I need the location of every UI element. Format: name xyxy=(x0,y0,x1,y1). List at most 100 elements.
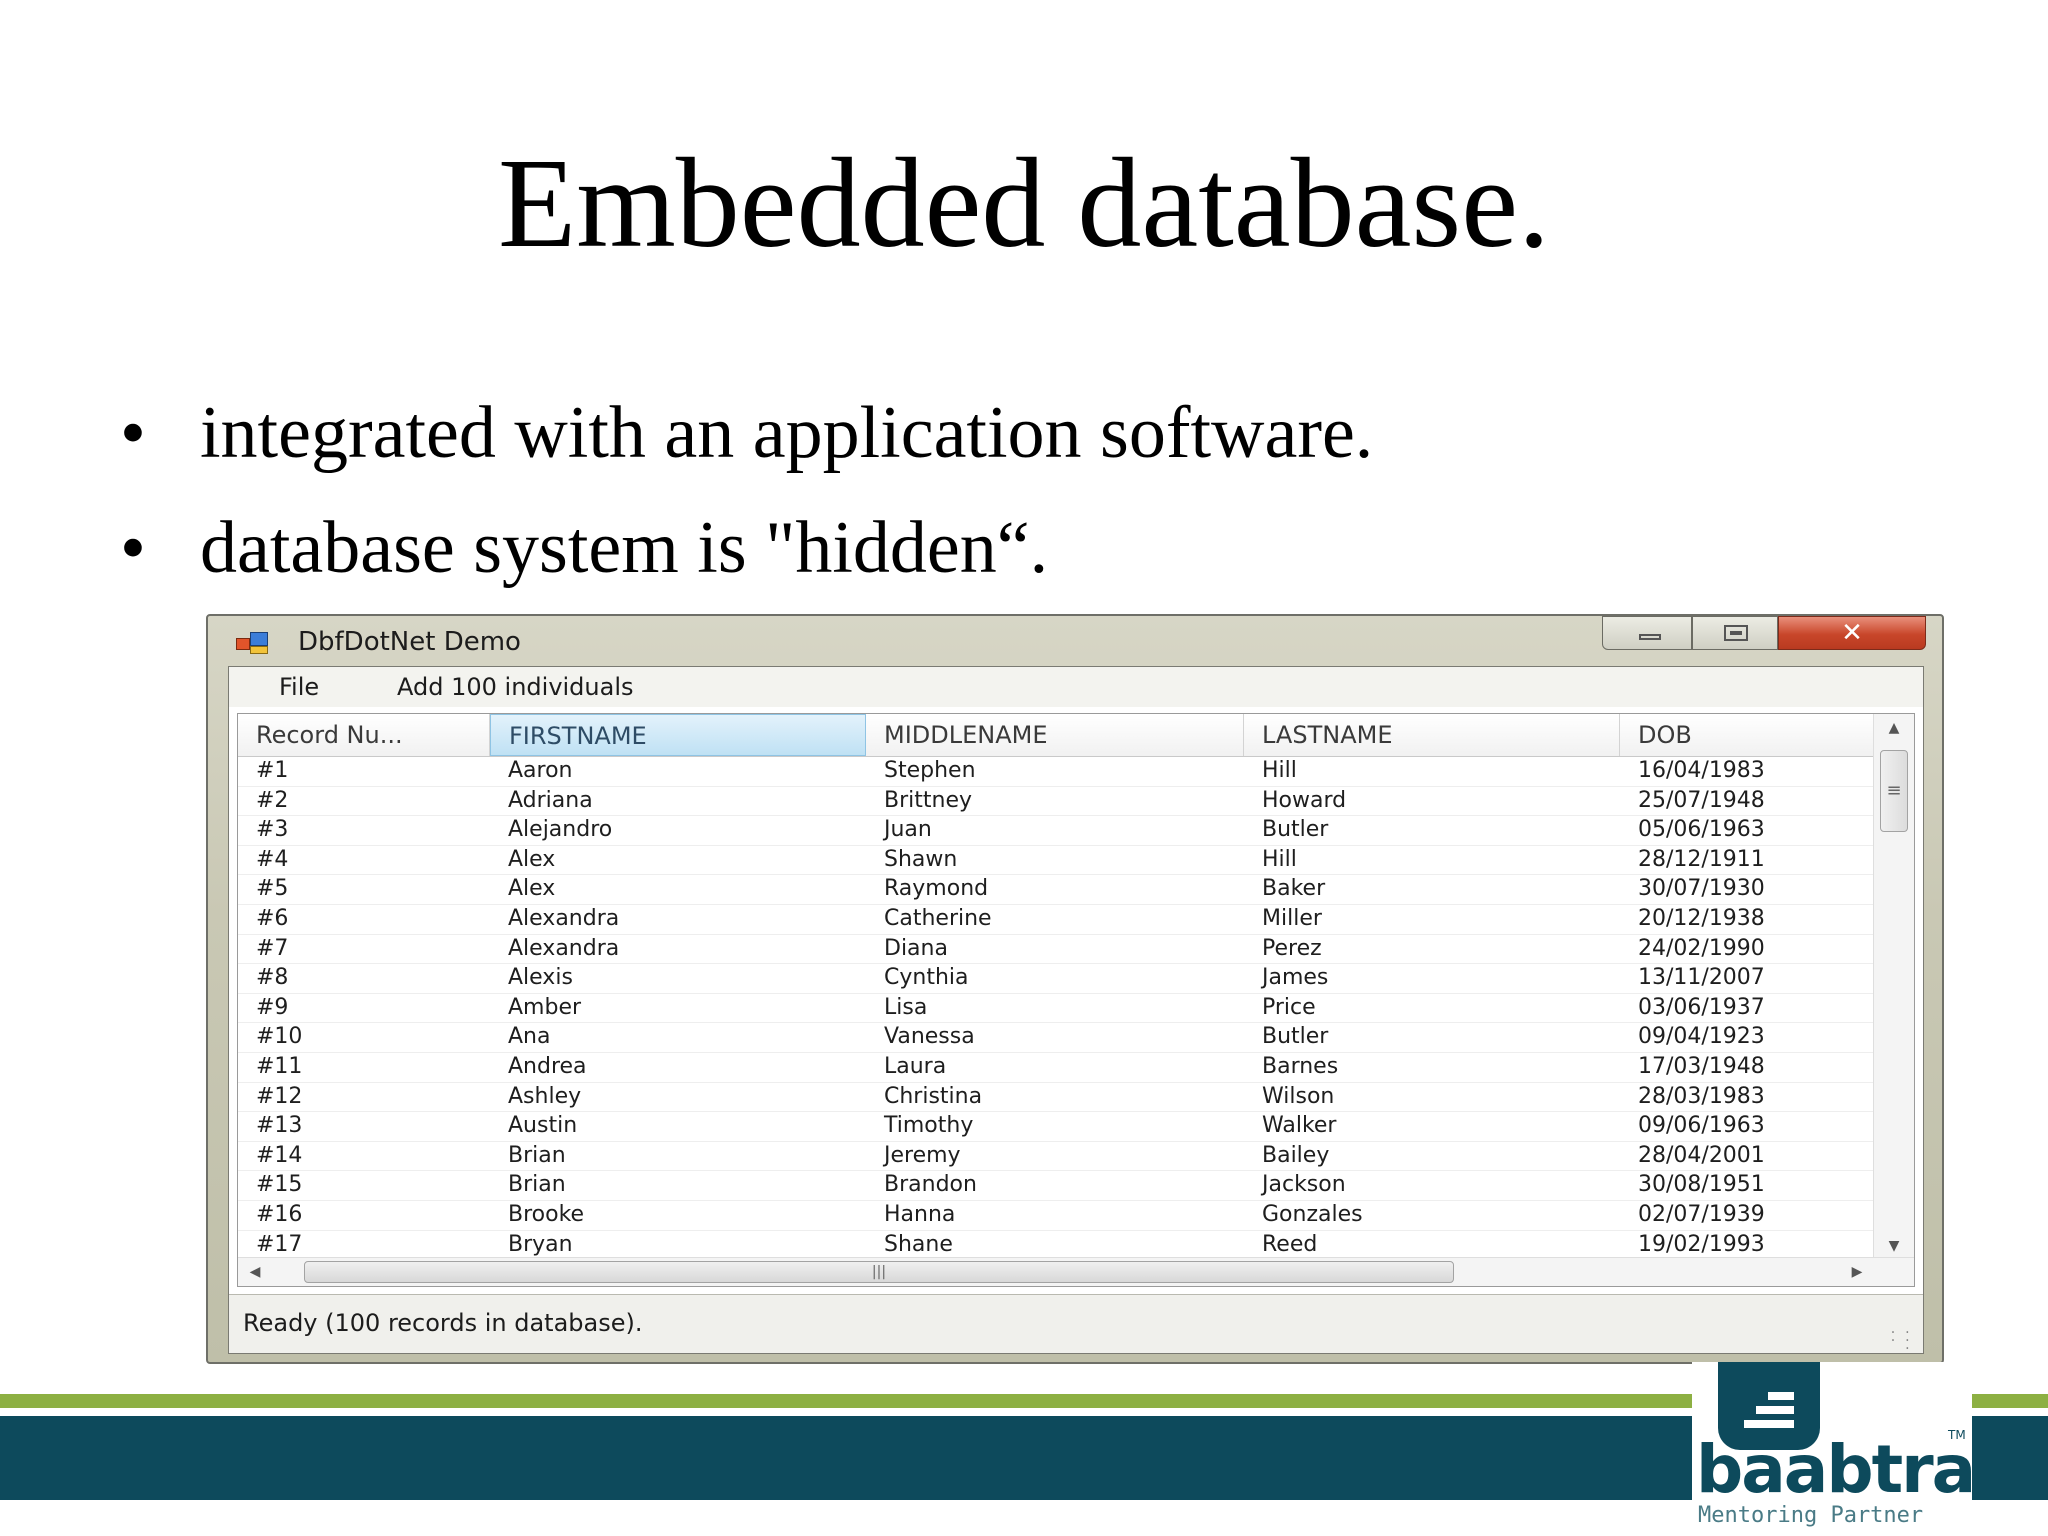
middlename-cell[interactable]: Jeremy xyxy=(866,1141,1244,1170)
scroll-down-icon[interactable]: ▼ xyxy=(1874,1232,1914,1260)
record-number-cell[interactable]: #12 xyxy=(238,1082,490,1111)
lastname-cell[interactable]: Howard xyxy=(1244,786,1620,815)
column-header-middlename[interactable]: MIDDLENAME xyxy=(866,714,1244,756)
menu-add-individuals[interactable]: Add 100 individuals xyxy=(397,671,634,703)
record-number-cell[interactable]: #5 xyxy=(238,874,490,903)
dob-cell[interactable]: 17/03/1948 xyxy=(1620,1052,1898,1081)
middlename-cell[interactable]: Cynthia xyxy=(866,963,1244,992)
vertical-scrollbar[interactable]: ▲ ≡ ▼ xyxy=(1873,714,1914,1260)
middlename-cell[interactable]: Raymond xyxy=(866,874,1244,903)
record-number-cell[interactable]: #3 xyxy=(238,815,490,844)
record-number-cell[interactable]: #9 xyxy=(238,993,490,1022)
record-number-cell[interactable]: #4 xyxy=(238,845,490,874)
middlename-cell[interactable]: Laura xyxy=(866,1052,1244,1081)
table-row[interactable]: #17 Bryan Shane Reed 19/02/1993 xyxy=(238,1230,1898,1261)
firstname-cell[interactable]: Andrea xyxy=(490,1052,866,1081)
dob-cell[interactable]: 24/02/1990 xyxy=(1620,934,1898,963)
table-row[interactable]: #13 Austin Timothy Walker 09/06/1963 xyxy=(238,1111,1898,1142)
middlename-cell[interactable]: Brittney xyxy=(866,786,1244,815)
firstname-cell[interactable]: Alexandra xyxy=(490,904,866,933)
firstname-cell[interactable]: Alexandra xyxy=(490,934,866,963)
middlename-cell[interactable]: Diana xyxy=(866,934,1244,963)
scroll-up-icon[interactable]: ▲ xyxy=(1874,714,1914,742)
firstname-cell[interactable]: Alexis xyxy=(490,963,866,992)
middlename-cell[interactable]: Shawn xyxy=(866,845,1244,874)
lastname-cell[interactable]: Baker xyxy=(1244,874,1620,903)
record-number-cell[interactable]: #11 xyxy=(238,1052,490,1081)
firstname-cell[interactable]: Brian xyxy=(490,1141,866,1170)
firstname-cell[interactable]: Alex xyxy=(490,874,866,903)
firstname-cell[interactable]: Aaron xyxy=(490,756,866,785)
dob-cell[interactable]: 03/06/1937 xyxy=(1620,993,1898,1022)
table-row[interactable]: #8 Alexis Cynthia James 13/11/2007 xyxy=(238,963,1898,994)
lastname-cell[interactable]: Perez xyxy=(1244,934,1620,963)
table-row[interactable]: #3 Alejandro Juan Butler 05/06/1963 xyxy=(238,815,1898,846)
middlename-cell[interactable]: Timothy xyxy=(866,1111,1244,1140)
table-row[interactable]: #6 Alexandra Catherine Miller 20/12/1938 xyxy=(238,904,1898,935)
app-icon[interactable] xyxy=(236,630,270,654)
lastname-cell[interactable]: Miller xyxy=(1244,904,1620,933)
record-number-cell[interactable]: #7 xyxy=(238,934,490,963)
record-number-cell[interactable]: #13 xyxy=(238,1111,490,1140)
table-row[interactable]: #12 Ashley Christina Wilson 28/03/1983 xyxy=(238,1082,1898,1113)
horizontal-scrollbar[interactable]: ◀ ||| ▶ xyxy=(238,1257,1914,1286)
lastname-cell[interactable]: Barnes xyxy=(1244,1052,1620,1081)
dob-cell[interactable]: 19/02/1993 xyxy=(1620,1230,1898,1259)
lastname-cell[interactable]: Jackson xyxy=(1244,1170,1620,1199)
lastname-cell[interactable]: Reed xyxy=(1244,1230,1620,1259)
dob-cell[interactable]: 30/07/1930 xyxy=(1620,874,1898,903)
scroll-left-icon[interactable]: ◀ xyxy=(238,1258,272,1286)
middlename-cell[interactable]: Shane xyxy=(866,1230,1244,1259)
firstname-cell[interactable]: Alex xyxy=(490,845,866,874)
record-number-cell[interactable]: #17 xyxy=(238,1230,490,1259)
dob-cell[interactable]: 16/04/1983 xyxy=(1620,756,1898,785)
firstname-cell[interactable]: Brian xyxy=(490,1170,866,1199)
dob-cell[interactable]: 09/04/1923 xyxy=(1620,1022,1898,1051)
middlename-cell[interactable]: Christina xyxy=(866,1082,1244,1111)
record-number-cell[interactable]: #15 xyxy=(238,1170,490,1199)
table-row[interactable]: #2 Adriana Brittney Howard 25/07/1948 xyxy=(238,786,1898,817)
close-button[interactable]: ✕ xyxy=(1778,616,1926,650)
maximize-button[interactable] xyxy=(1692,616,1778,650)
middlename-cell[interactable]: Brandon xyxy=(866,1170,1244,1199)
dob-cell[interactable]: 28/04/2001 xyxy=(1620,1141,1898,1170)
table-row[interactable]: #7 Alexandra Diana Perez 24/02/1990 xyxy=(238,934,1898,965)
lastname-cell[interactable]: Gonzales xyxy=(1244,1200,1620,1229)
dob-cell[interactable]: 20/12/1938 xyxy=(1620,904,1898,933)
dob-cell[interactable]: 09/06/1963 xyxy=(1620,1111,1898,1140)
table-row[interactable]: #9 Amber Lisa Price 03/06/1937 xyxy=(238,993,1898,1024)
dob-cell[interactable]: 30/08/1951 xyxy=(1620,1170,1898,1199)
firstname-cell[interactable]: Bryan xyxy=(490,1230,866,1259)
lastname-cell[interactable]: Butler xyxy=(1244,1022,1620,1051)
table-row[interactable]: #15 Brian Brandon Jackson 30/08/1951 xyxy=(238,1170,1898,1201)
lastname-cell[interactable]: Walker xyxy=(1244,1111,1620,1140)
lastname-cell[interactable]: Hill xyxy=(1244,756,1620,785)
lastname-cell[interactable]: James xyxy=(1244,963,1620,992)
middlename-cell[interactable]: Stephen xyxy=(866,756,1244,785)
lastname-cell[interactable]: Bailey xyxy=(1244,1141,1620,1170)
record-number-cell[interactable]: #8 xyxy=(238,963,490,992)
record-number-cell[interactable]: #6 xyxy=(238,904,490,933)
table-row[interactable]: #14 Brian Jeremy Bailey 28/04/2001 xyxy=(238,1141,1898,1172)
minimize-button[interactable] xyxy=(1602,616,1692,650)
firstname-cell[interactable]: Alejandro xyxy=(490,815,866,844)
table-row[interactable]: #11 Andrea Laura Barnes 17/03/1948 xyxy=(238,1052,1898,1083)
horizontal-scroll-thumb[interactable]: ||| xyxy=(304,1261,1454,1283)
lastname-cell[interactable]: Butler xyxy=(1244,815,1620,844)
dob-cell[interactable]: 05/06/1963 xyxy=(1620,815,1898,844)
column-header-lastname[interactable]: LASTNAME xyxy=(1244,714,1620,756)
table-row[interactable]: #4 Alex Shawn Hill 28/12/1911 xyxy=(238,845,1898,876)
record-number-cell[interactable]: #16 xyxy=(238,1200,490,1229)
table-row[interactable]: #5 Alex Raymond Baker 30/07/1930 xyxy=(238,874,1898,905)
lastname-cell[interactable]: Wilson xyxy=(1244,1082,1620,1111)
middlename-cell[interactable]: Juan xyxy=(866,815,1244,844)
record-number-cell[interactable]: #2 xyxy=(238,786,490,815)
record-number-cell[interactable]: #14 xyxy=(238,1141,490,1170)
vertical-scroll-thumb[interactable]: ≡ xyxy=(1880,750,1908,832)
dob-cell[interactable]: 25/07/1948 xyxy=(1620,786,1898,815)
firstname-cell[interactable]: Adriana xyxy=(490,786,866,815)
scroll-right-icon[interactable]: ▶ xyxy=(1840,1258,1874,1286)
title-bar[interactable]: DbfDotNet Demo ✕ xyxy=(208,616,1942,668)
record-number-cell[interactable]: #1 xyxy=(238,756,490,785)
table-row[interactable]: #16 Brooke Hanna Gonzales 02/07/1939 xyxy=(238,1200,1898,1231)
